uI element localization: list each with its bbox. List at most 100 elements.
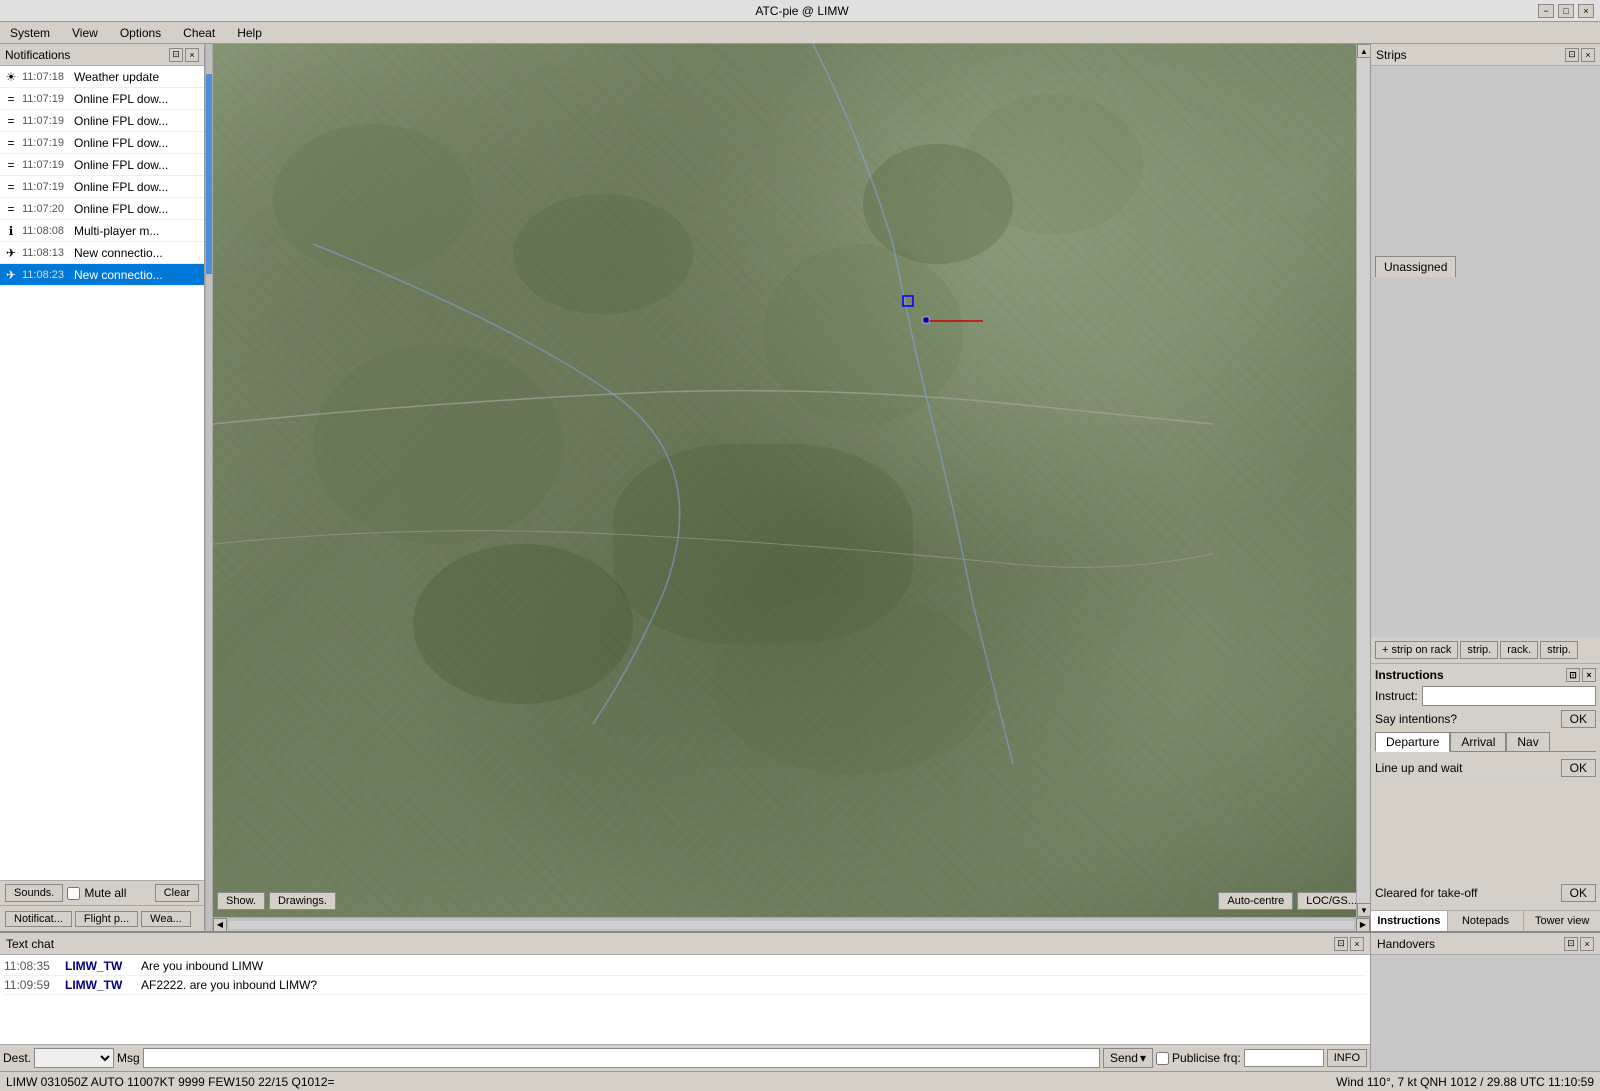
tower-view-tab[interactable]: Tower view (1524, 911, 1600, 931)
notif-time-8: 11:08:13 (22, 247, 70, 259)
strip-actions: + strip on rack strip. rack. strip. (1371, 637, 1600, 663)
notifications-title: Notifications (5, 48, 70, 62)
menu-help[interactable]: Help (231, 24, 268, 42)
status-left: LIMW 031050Z AUTO 11007KT 9999 FEW150 22… (6, 1075, 335, 1089)
notification-item-4[interactable]: =11:07:19Online FPL dow... (0, 154, 204, 176)
map-toolbar: Show. Drawings. Auto-centre LOC/GS... (213, 887, 1370, 915)
instruct-label: Instruct: (1375, 689, 1418, 703)
notification-item-6[interactable]: =11:07:20Online FPL dow... (0, 198, 204, 220)
departure-tab[interactable]: Departure (1375, 732, 1450, 752)
notification-item-3[interactable]: =11:07:19Online FPL dow... (0, 132, 204, 154)
notification-item-5[interactable]: =11:07:19Online FPL dow... (0, 176, 204, 198)
strip-button[interactable]: strip. (1460, 641, 1498, 659)
strips-icon1[interactable]: ⊡ (1565, 48, 1579, 62)
nav-tab[interactable]: Nav (1506, 732, 1549, 751)
menu-system[interactable]: System (4, 24, 56, 42)
menu-cheat[interactable]: Cheat (177, 24, 221, 42)
maximize-button[interactable]: □ (1558, 4, 1574, 18)
arrival-tab[interactable]: Arrival (1450, 732, 1506, 751)
cleared-takeoff-ok[interactable]: OK (1561, 884, 1596, 902)
unassigned-tab[interactable]: Unassigned (1375, 256, 1456, 277)
sounds-button[interactable]: Sounds. (5, 884, 63, 902)
strips-title: Strips (1376, 48, 1407, 62)
handovers-icon1[interactable]: ⊡ (1564, 937, 1578, 951)
chat-title: Text chat (6, 937, 54, 951)
auto-centre-button[interactable]: Auto-centre (1218, 892, 1293, 910)
instructions-panel: Instructions ⊡ × Instruct: Say intention… (1371, 663, 1600, 910)
dest-select[interactable] (34, 1048, 114, 1068)
notif-text-3: Online FPL dow... (74, 136, 168, 150)
instruct-row: Instruct: (1375, 686, 1596, 706)
scroll-down-button[interactable]: ▼ (1357, 903, 1370, 917)
instructions-tab[interactable]: Instructions (1371, 911, 1448, 931)
map-overlay (213, 44, 1370, 931)
wea-tab-button[interactable]: Wea... (141, 911, 191, 927)
map-vertical-scroll[interactable]: ▲ ▼ (1356, 44, 1370, 917)
notification-item-0[interactable]: ☀11:07:18Weather update (0, 66, 204, 88)
notif-icon-2: = (4, 114, 18, 128)
menu-options[interactable]: Options (114, 24, 167, 42)
line-up-wait-ok[interactable]: OK (1561, 759, 1596, 777)
menu-view[interactable]: View (66, 24, 104, 42)
minimize-button[interactable]: − (1538, 4, 1554, 18)
chat-text-1: AF2222. are you inbound LIMW? (141, 978, 1366, 992)
scroll-left-button[interactable]: ◀ (213, 918, 227, 932)
chat-sender-1: LIMW_TW (65, 978, 135, 992)
add-strip-button[interactable]: + strip on rack (1375, 641, 1458, 659)
notif-text-0: Weather update (74, 70, 159, 84)
chat-close[interactable]: × (1350, 937, 1364, 951)
notepads-tab[interactable]: Notepads (1448, 911, 1525, 931)
notification-item-1[interactable]: = 11:07:19 Online FPL dow... (0, 88, 204, 110)
notification-item-7[interactable]: ℹ11:08:08Multi-player m... (0, 220, 204, 242)
flight-tab-button[interactable]: Flight p... (75, 911, 138, 927)
scroll-thumb[interactable] (206, 74, 212, 274)
handovers-close[interactable]: × (1580, 937, 1594, 951)
publicise-label: Publicise frq: (1172, 1051, 1241, 1065)
scroll-up-button[interactable]: ▲ (1357, 44, 1370, 58)
mute-checkbox[interactable] (67, 887, 80, 900)
notif-time-7: 11:08:08 (22, 225, 70, 237)
publicise-checkbox[interactable] (1156, 1052, 1169, 1065)
drawings-button[interactable]: Drawings. (269, 892, 336, 910)
notification-item-8[interactable]: ✈11:08:13New connectio... (0, 242, 204, 264)
notif-time-1: 11:07:19 (22, 93, 70, 105)
notification-item-9[interactable]: ✈11:08:23New connectio... (0, 264, 204, 286)
map-area[interactable]: Show. Drawings. Auto-centre LOC/GS... ▲ … (213, 44, 1370, 931)
close-button[interactable]: × (1578, 4, 1594, 18)
notif-text-4: Online FPL dow... (74, 158, 168, 172)
chat-header: Text chat ⊡ × (0, 933, 1370, 955)
instructions-icon1[interactable]: ⊡ (1566, 668, 1580, 682)
instructions-title: Instructions ⊡ × (1375, 668, 1596, 682)
scroll-h-track[interactable] (229, 921, 1354, 929)
scroll-track[interactable] (1357, 58, 1370, 903)
msg-label: Msg (117, 1051, 140, 1065)
handovers-header: Handovers ⊡ × (1371, 933, 1600, 955)
notification-item-2[interactable]: =11:07:19Online FPL dow... (0, 110, 204, 132)
notif-tab-button[interactable]: Notificat... (5, 911, 72, 927)
notifications-icon1[interactable]: ⊡ (169, 48, 183, 62)
strips-header: Strips ⊡ × (1371, 44, 1600, 66)
info-button[interactable]: INFO (1327, 1049, 1367, 1067)
notif-text-1: Online FPL dow... (74, 92, 168, 106)
strips-close[interactable]: × (1581, 48, 1595, 62)
show-button[interactable]: Show. (217, 892, 265, 910)
say-intentions-ok[interactable]: OK (1561, 710, 1596, 728)
notif-icon-1: = (4, 92, 18, 106)
chat-icon1[interactable]: ⊡ (1334, 937, 1348, 951)
notifications-close[interactable]: × (185, 48, 199, 62)
line-up-wait-row: Line up and wait OK (1375, 756, 1596, 781)
msg-input[interactable] (143, 1048, 1100, 1068)
notif-time-2: 11:07:19 (22, 115, 70, 127)
instruct-input[interactable] (1422, 686, 1596, 706)
send-button[interactable]: Send ▾ (1103, 1048, 1153, 1068)
cleared-takeoff-row: Cleared for take-off OK (1375, 881, 1596, 906)
clear-button[interactable]: Clear (155, 884, 199, 902)
statusbar: LIMW 031050Z AUTO 11007KT 9999 FEW150 22… (0, 1071, 1600, 1091)
right-bottom-tabs: Instructions Notepads Tower view (1371, 910, 1600, 931)
instructions-close[interactable]: × (1582, 668, 1596, 682)
strip-button2[interactable]: strip. (1540, 641, 1578, 659)
map-horizontal-scroll[interactable]: ◀ ▶ (213, 917, 1370, 931)
rack-button[interactable]: rack. (1500, 641, 1538, 659)
scroll-right-button[interactable]: ▶ (1356, 918, 1370, 932)
publicise-input[interactable]: 119.950 (1244, 1049, 1324, 1067)
